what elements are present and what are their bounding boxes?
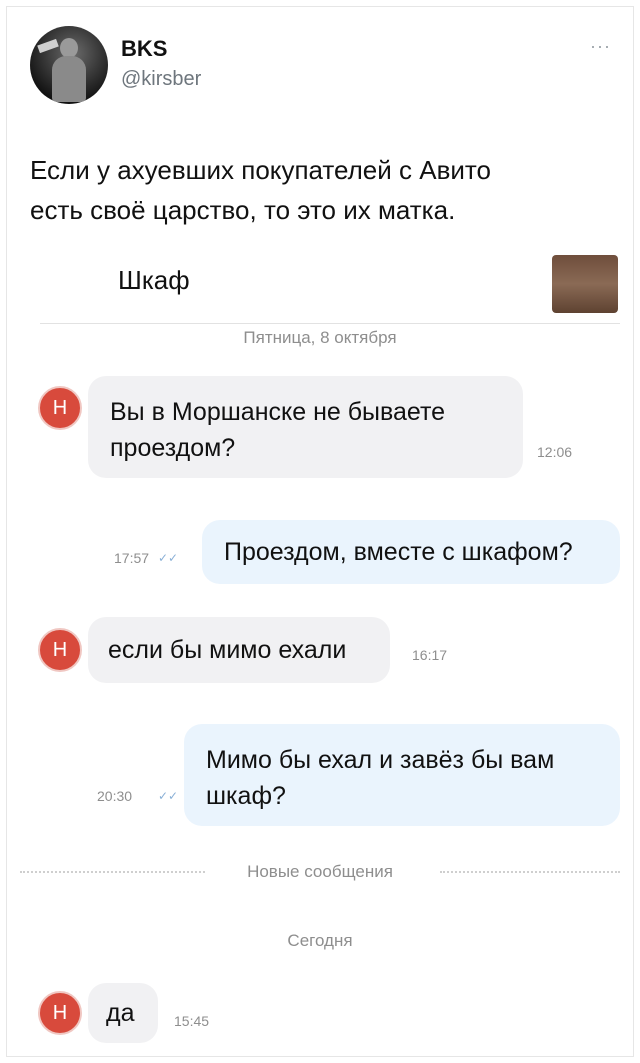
author-name[interactable]: BKS <box>121 36 167 62</box>
message-text: Вы в Моршанске не бываете <box>110 398 446 426</box>
message-time: 16:17 <box>412 647 448 663</box>
sender-avatar: Н <box>38 386 82 430</box>
message-bubble-incoming: если бы мимо ехали <box>88 617 390 683</box>
sender-avatar: Н <box>38 628 82 672</box>
message-time: 17:57 <box>114 550 150 566</box>
more-dots-icon[interactable]: ··· <box>590 36 611 57</box>
date-separator: Пятница, 8 октября <box>243 328 397 347</box>
double-check-icon: ✓✓ <box>158 789 179 803</box>
tweet-text-line: Если у ахуевших покупателей с Авито <box>30 155 491 185</box>
avatar-torso-shape <box>52 56 86 102</box>
message-time: 12:06 <box>537 444 573 460</box>
avatar-head-shape <box>60 38 78 58</box>
message-bubble-incoming: да <box>88 983 158 1043</box>
dotted-line <box>440 871 620 873</box>
author-handle[interactable]: @kirsber <box>121 68 201 91</box>
message-text: проездом? <box>110 434 236 462</box>
date-separator-today: Сегодня <box>287 931 353 950</box>
message-time: 15:45 <box>174 1013 210 1029</box>
message-text: Мимо бы ехал и завёз бы вам <box>206 746 555 774</box>
message-bubble-outgoing: Мимо бы ехал и завёз бы вам шкаф? <box>184 724 620 826</box>
header-divider <box>40 323 620 324</box>
tweet-text: Если у ахуевших покупателей с Авито есть… <box>30 150 610 230</box>
message-bubble-outgoing: Проездом, вместе с шкафом? <box>202 520 620 584</box>
tweet-text-line: есть своё царство, то это их матка. <box>30 195 456 225</box>
message-bubble-incoming: Вы в Моршанске не бываете проездом? <box>88 376 523 478</box>
sender-avatar: Н <box>38 991 82 1035</box>
new-messages-separator: Новые сообщения <box>0 860 640 884</box>
chat-title: Шкаф <box>118 265 190 295</box>
wardrobe-thumbnail <box>552 255 618 313</box>
message-text: да <box>106 999 135 1027</box>
double-check-icon: ✓✓ <box>158 551 179 565</box>
avatar-sign-shape <box>37 38 59 54</box>
message-text: если бы мимо ехали <box>108 636 347 664</box>
message-time: 20:30 <box>97 788 133 804</box>
message-text: Проездом, вместе с шкафом? <box>224 538 573 566</box>
message-text: шкаф? <box>206 782 286 810</box>
author-avatar[interactable] <box>30 26 108 104</box>
